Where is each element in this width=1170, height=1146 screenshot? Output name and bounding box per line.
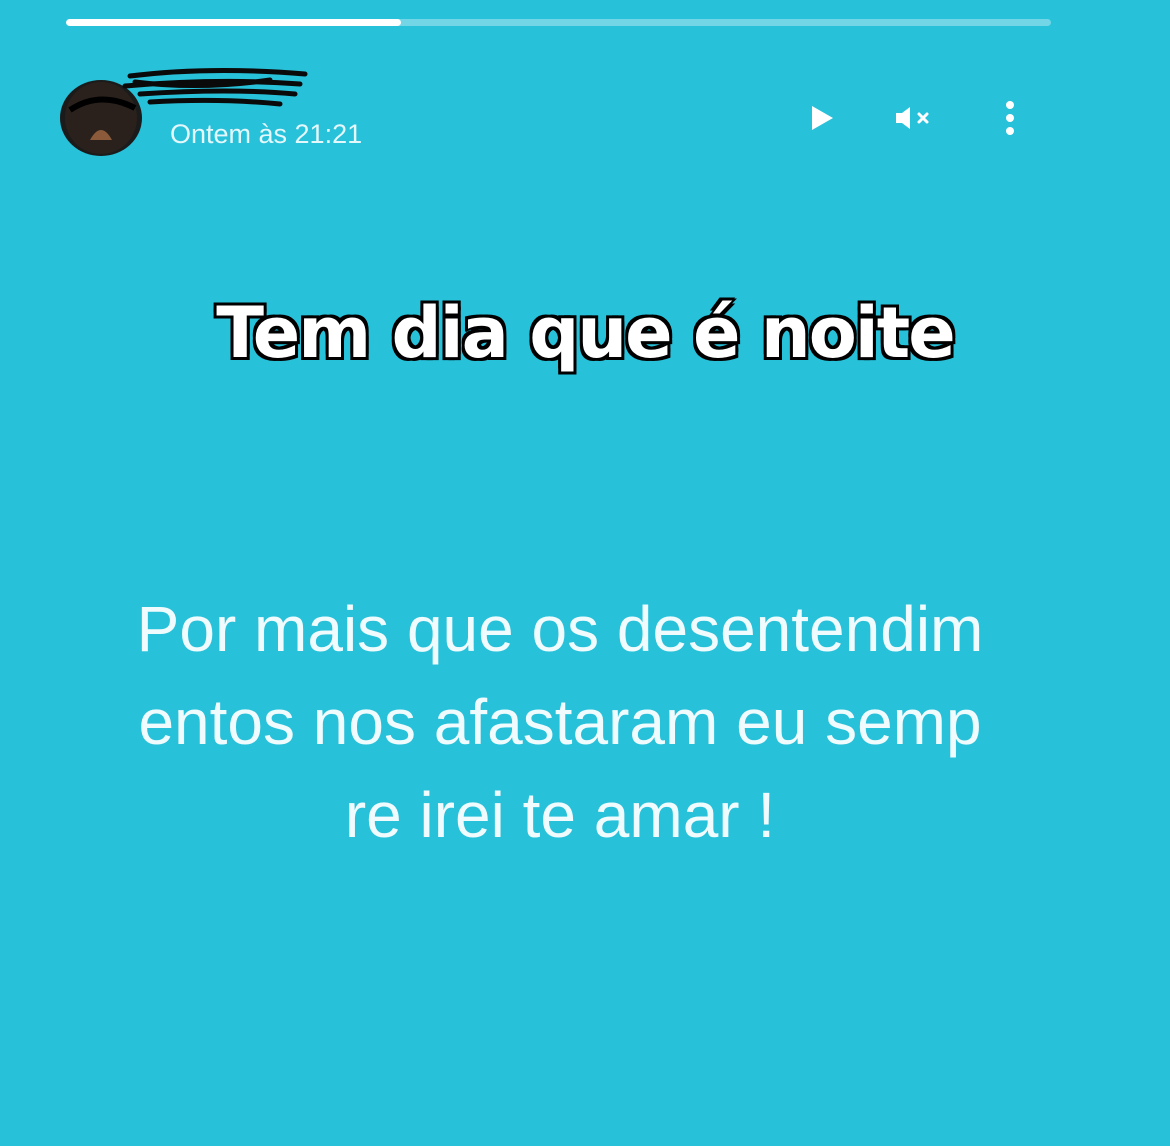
status-line: re irei te amar ! (344, 779, 776, 851)
overlay-caption: Tem dia que é noite (214, 290, 957, 376)
status-text: Por mais que os desentendim entos nos af… (60, 583, 1060, 862)
status-line: Por mais que os desentendim (136, 593, 984, 665)
mute-button[interactable] (892, 96, 936, 140)
redacted-name-scribble (122, 67, 308, 107)
volume-mute-icon (896, 107, 929, 129)
story-progress-bar (66, 19, 1051, 26)
play-button[interactable] (800, 96, 844, 140)
play-icon (812, 106, 833, 130)
more-vertical-icon (1006, 101, 1014, 135)
status-line: entos nos afastaram eu semp (138, 686, 982, 758)
more-options-button[interactable] (988, 96, 1032, 140)
story-timestamp: Ontem às 21:21 (170, 119, 363, 149)
story-progress-fill (66, 19, 401, 26)
